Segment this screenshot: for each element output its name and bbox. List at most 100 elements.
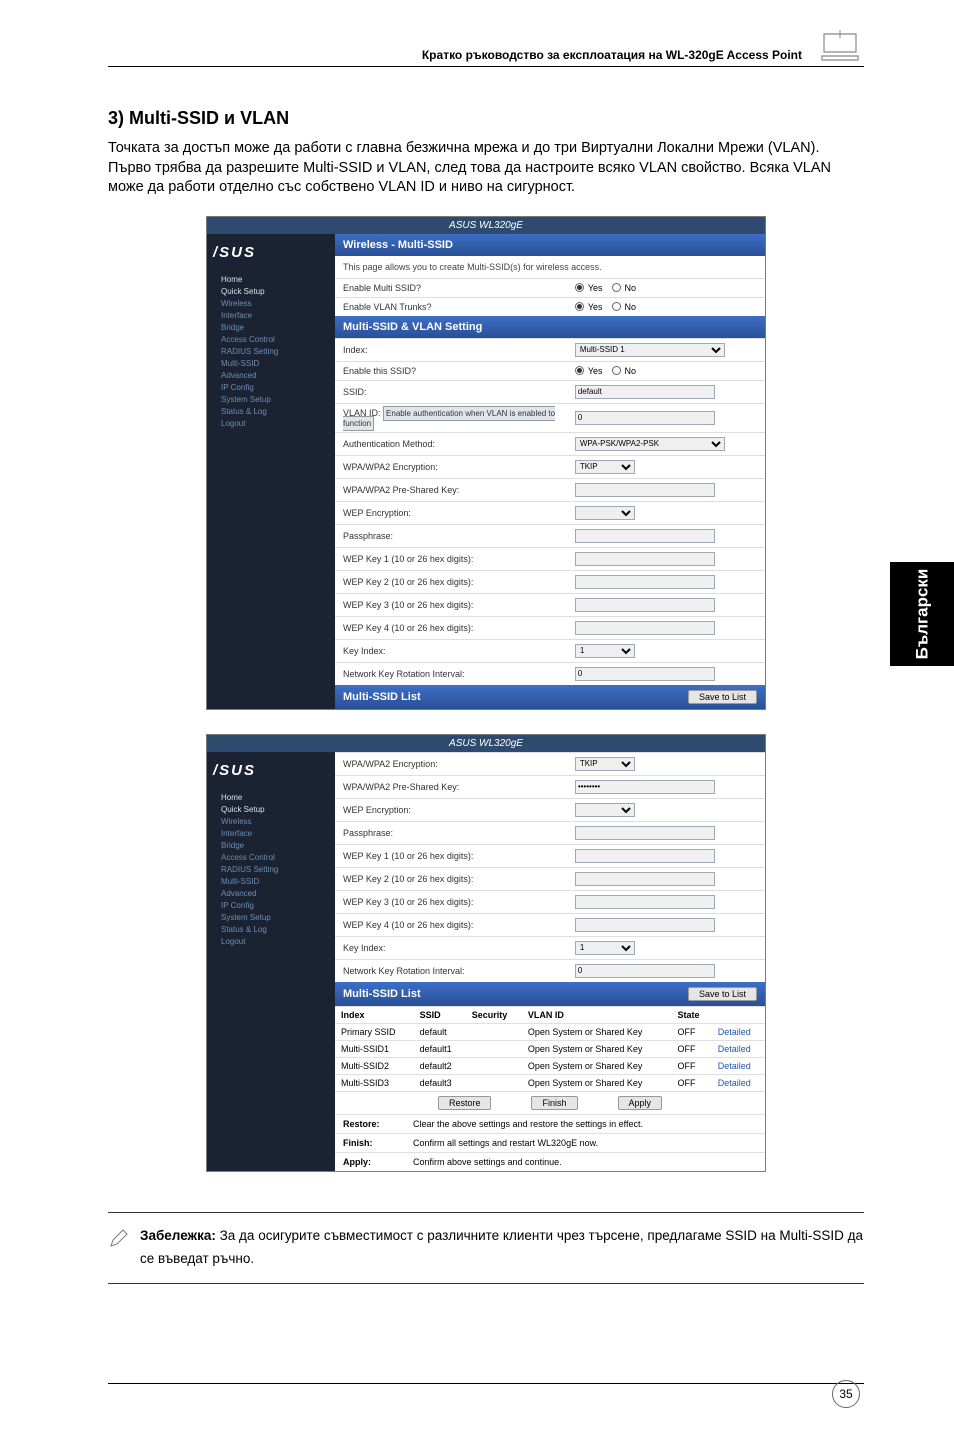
setting-value	[575, 803, 757, 817]
text-input[interactable]	[575, 780, 715, 794]
text-input[interactable]	[575, 964, 715, 978]
nav-link[interactable]: System Setup	[213, 912, 329, 924]
setting-value	[575, 780, 757, 794]
select-input[interactable]: 1	[575, 644, 635, 658]
nav-link[interactable]: RADIUS Setting	[213, 346, 329, 358]
text-input[interactable]	[575, 483, 715, 497]
text-input[interactable]	[575, 849, 715, 863]
table-cell: OFF	[672, 1057, 712, 1074]
setting-value	[575, 621, 757, 635]
text-input[interactable]	[575, 598, 715, 612]
header-text: Кратко ръководство за експлоатация на WL…	[108, 48, 864, 62]
setting-label: WEP Key 1 (10 or 26 hex digits):	[343, 554, 575, 564]
table-cell: Multi-SSID2	[335, 1057, 414, 1074]
table-cell: Primary SSID	[335, 1023, 414, 1040]
text-input[interactable]	[575, 552, 715, 566]
nav-link[interactable]: Bridge	[213, 840, 329, 852]
save-to-list-button[interactable]: Save to List	[688, 690, 757, 704]
text-input[interactable]	[575, 826, 715, 840]
nav-link[interactable]: Home	[213, 274, 329, 286]
select-input[interactable]: TKIP	[575, 757, 635, 771]
save-to-list-button[interactable]: Save to List	[688, 987, 757, 1001]
nav-link[interactable]: IP Config	[213, 900, 329, 912]
setting-value: Yes No	[575, 283, 757, 293]
detail-link[interactable]: Detailed	[718, 1078, 751, 1088]
text-input[interactable]	[575, 667, 715, 681]
table-cell: default1	[414, 1040, 466, 1057]
table-header: Index	[335, 1006, 414, 1023]
nav-link[interactable]: Logout	[213, 936, 329, 948]
setting-value: Yes No	[575, 366, 757, 376]
footer-rule	[108, 1383, 864, 1384]
text-input[interactable]	[575, 872, 715, 886]
nav-link[interactable]: Home	[213, 792, 329, 804]
setting-value	[575, 506, 757, 520]
select-input[interactable]: Multi-SSID 1	[575, 343, 725, 357]
setting-value	[575, 826, 757, 840]
radio-yes[interactable]	[575, 283, 584, 292]
table-cell: OFF	[672, 1023, 712, 1040]
text-input[interactable]	[575, 385, 715, 399]
nav-link[interactable]: Access Control	[213, 334, 329, 346]
nav-link[interactable]: Interface	[213, 310, 329, 322]
foot-key: Finish:	[335, 1133, 405, 1152]
nav-link[interactable]: Quick Setup	[213, 804, 329, 816]
text-input[interactable]	[575, 529, 715, 543]
select-input[interactable]: TKIP	[575, 460, 635, 474]
restore-button[interactable]: Restore	[438, 1096, 492, 1110]
nav-link[interactable]: Quick Setup	[213, 286, 329, 298]
nav-link[interactable]: Wireless	[213, 298, 329, 310]
text-input[interactable]	[575, 895, 715, 909]
select-input[interactable]: 1	[575, 941, 635, 955]
setting-value	[575, 411, 757, 425]
note-box: Забележка: За да осигурите съвместимост …	[108, 1212, 864, 1284]
table-cell	[466, 1057, 522, 1074]
table-cell: Open System or Shared Key	[522, 1023, 672, 1040]
finish-button[interactable]: Finish	[531, 1096, 577, 1110]
text-input[interactable]	[575, 411, 715, 425]
detail-link[interactable]: Detailed	[718, 1027, 751, 1037]
apply-button[interactable]: Apply	[618, 1096, 663, 1110]
table-header: VLAN ID	[522, 1006, 672, 1023]
text-input[interactable]	[575, 918, 715, 932]
radio-no[interactable]	[612, 302, 621, 311]
detail-link[interactable]: Detailed	[718, 1044, 751, 1054]
select-input[interactable]: WPA-PSK/WPA2-PSK	[575, 437, 725, 451]
setting-row: WPA/WPA2 Encryption:TKIP	[335, 752, 765, 775]
nav-link[interactable]: Bridge	[213, 322, 329, 334]
nav-link[interactable]: Multi-SSID	[213, 876, 329, 888]
panel-head-wireless: Wireless - Multi-SSID	[335, 234, 765, 256]
nav-link[interactable]: Advanced	[213, 888, 329, 900]
radio-no[interactable]	[612, 366, 621, 375]
detail-link[interactable]: Detailed	[718, 1061, 751, 1071]
setting-row: WEP Key 2 (10 or 26 hex digits):	[335, 570, 765, 593]
radio-yes[interactable]	[575, 302, 584, 311]
nav-link[interactable]: Status & Log	[213, 406, 329, 418]
setting-label: Key Index:	[343, 943, 575, 953]
setting-row: Key Index:1	[335, 936, 765, 959]
nav-link[interactable]: System Setup	[213, 394, 329, 406]
nav-link[interactable]: Wireless	[213, 816, 329, 828]
text-input[interactable]	[575, 621, 715, 635]
nav-link[interactable]: IP Config	[213, 382, 329, 394]
select-input[interactable]	[575, 803, 635, 817]
table-cell: default	[414, 1023, 466, 1040]
nav-link[interactable]: Status & Log	[213, 924, 329, 936]
nav-link[interactable]: Multi-SSID	[213, 358, 329, 370]
nav-link[interactable]: RADIUS Setting	[213, 864, 329, 876]
nav-link[interactable]: Interface	[213, 828, 329, 840]
table-header: SSID	[414, 1006, 466, 1023]
nav-link[interactable]: Logout	[213, 418, 329, 430]
radio-yes[interactable]	[575, 366, 584, 375]
setting-label: WEP Encryption:	[343, 508, 575, 518]
nav-link[interactable]: Access Control	[213, 852, 329, 864]
setting-label: WEP Key 2 (10 or 26 hex digits):	[343, 577, 575, 587]
radio-no[interactable]	[612, 283, 621, 292]
text-input[interactable]	[575, 575, 715, 589]
setting-value: WPA-PSK/WPA2-PSK	[575, 437, 757, 451]
setting-label: WEP Key 4 (10 or 26 hex digits):	[343, 623, 575, 633]
setting-label: WEP Key 2 (10 or 26 hex digits):	[343, 874, 575, 884]
nav-link[interactable]: Advanced	[213, 370, 329, 382]
table-row: Primary SSIDdefault Open System or Shared…	[335, 1023, 765, 1040]
select-input[interactable]	[575, 506, 635, 520]
